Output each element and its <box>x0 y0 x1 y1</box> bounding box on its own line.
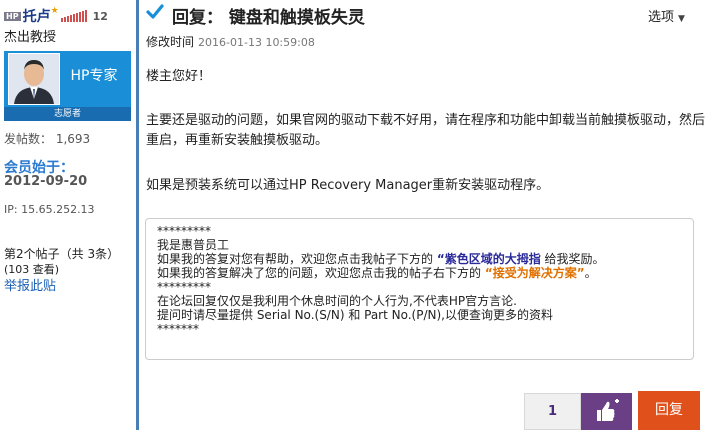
signature-box: ********* 我是惠普员工 如果我的答复对您有帮助，欢迎您点击我帖子下方的… <box>145 218 694 360</box>
signature-text: 如果我的答复对您有帮助，欢迎您点击我帖子下方的 <box>157 252 437 266</box>
kudos-count[interactable]: 1 <box>524 393 581 430</box>
post-paragraph-2: 如果是预装系统可以通过HP Recovery Manager重新安装驱动程序。 <box>146 178 550 193</box>
author-kudos: 12 <box>92 9 108 23</box>
post-title: 回复： 键盘和触摸板失灵 <box>172 8 365 28</box>
rank-badge: 志愿者 <box>4 107 131 121</box>
signature-highlight-purple: “紫色区域的大拇指 <box>436 252 541 266</box>
report-post-link[interactable]: 举报此贴 <box>4 275 56 294</box>
checkmark-icon <box>146 3 164 25</box>
star-icon: ★ <box>50 6 59 16</box>
author-line: HP 托卢 ★ 12 <box>4 6 108 26</box>
signature-text: 给我奖励。 <box>540 252 605 266</box>
author-card: HP专家 <box>4 51 131 107</box>
signature-highlight-orange: “接受为解决方案” <box>484 266 585 280</box>
signature-line: 提问时请尽量提供 Serial No.(S/N) 和 Part No.(P/N)… <box>157 308 553 322</box>
signature-stars: ********* <box>157 280 211 294</box>
author-sidebar: HP 托卢 ★ 12 杰出教授 HP专家 志愿者 发帖数： 1,693 会员始于… <box>0 0 136 430</box>
avatar[interactable] <box>8 53 60 105</box>
signature-line: 我是惠普员工 <box>157 238 230 252</box>
post-paragraph-1: 主要还是驱动的问题，如果官网的驱动下载不好用，请在程序和功能中卸载当前触摸板驱动… <box>146 113 706 148</box>
signature-stars: ******* <box>157 322 199 336</box>
options-menu[interactable]: 选项 ▼ <box>648 6 685 25</box>
modified-date: 2016-01-13 10:59:08 <box>198 36 315 49</box>
post-count: 发帖数： 1,693 <box>4 132 91 146</box>
chevron-down-icon: ▼ <box>678 14 685 24</box>
thumbs-up-plus-icon <box>597 399 619 421</box>
signature-text: 如果我的答复解决了您的问题，欢迎您点击我的帖子右下方的 <box>157 266 485 280</box>
signature-line: 如果我的答复对您有帮助，欢迎您点击我帖子下方的 “紫色区域的大拇指 给我奖励。 <box>157 252 682 266</box>
rank-bars-icon <box>60 10 88 22</box>
ip-address: IP: 15.65.252.13 <box>4 203 95 216</box>
options-label: 选项 <box>648 10 675 25</box>
modified-time: 修改时间 2016-01-13 10:59:08 <box>146 33 315 50</box>
sidebar-divider <box>136 0 139 430</box>
signature-line: 在论坛回复仅仅是我利用个休息时间的个人行为,不代表HP官方言论. <box>157 294 517 308</box>
kudos-button[interactable] <box>581 393 632 430</box>
post-index: 第2个帖子（共 3条） <box>4 247 120 261</box>
signature-text: 。 <box>584 266 597 280</box>
signature-line: 如果我的答复解决了您的问题，欢迎您点击我的帖子右下方的 “接受为解决方案”。 <box>157 266 682 280</box>
author-title: 杰出教授 <box>4 30 57 45</box>
hp-expert-label: HP专家 <box>70 68 118 84</box>
reply-button[interactable]: 回复 <box>638 391 700 430</box>
post-greeting: 楼主您好！ <box>146 69 212 84</box>
hp-badge: HP <box>4 11 21 21</box>
member-since-date: 2012-09-20 <box>4 174 88 189</box>
modified-label: 修改时间 <box>146 35 195 49</box>
author-name[interactable]: 托卢 <box>23 6 51 26</box>
signature-stars: ********* <box>157 224 211 238</box>
